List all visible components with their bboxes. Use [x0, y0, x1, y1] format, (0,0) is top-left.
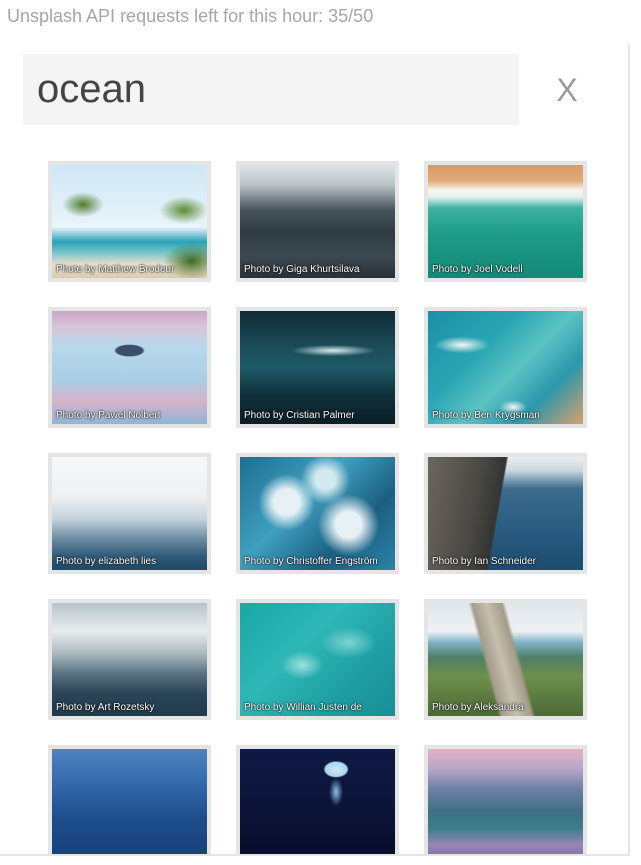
photo-credit: Photo by Ben Krygsman: [432, 410, 540, 421]
photo-tile[interactable]: [48, 745, 211, 854]
photo-credit: Photo by Christoffer Engström: [244, 556, 378, 567]
photo-credit: Photo by Joel Vodell: [432, 264, 523, 275]
photo-thumbnail: [240, 311, 395, 424]
photo-thumbnail: [240, 457, 395, 570]
search-input[interactable]: [23, 54, 519, 125]
api-requests-status: Unsplash API requests left for this hour…: [7, 6, 374, 26]
photo-tile[interactable]: Photo by elizabeth lies: [48, 453, 211, 574]
photo-thumbnail: [428, 165, 583, 278]
photo-thumbnail: [428, 749, 583, 854]
photo-tile[interactable]: Photo by Matthew Brodeur: [48, 161, 211, 282]
photo-credit: Photo by Matthew Brodeur: [56, 264, 175, 275]
photo-thumbnail: [52, 165, 207, 278]
photo-tile[interactable]: Photo by Giga Khurtsilava: [236, 161, 399, 282]
photo-thumbnail: [52, 457, 207, 570]
photo-credit: Photo by Cristian Palmer: [244, 410, 355, 421]
photo-tile[interactable]: Photo by Willian Justen de: [236, 599, 399, 720]
photo-credit: Photo by Art Rozetsky: [56, 702, 155, 713]
photo-thumbnail: [52, 603, 207, 716]
photo-tile[interactable]: Photo by Ian Schneider: [424, 453, 587, 574]
photo-thumbnail: [240, 165, 395, 278]
photo-tile[interactable]: Photo by Art Rozetsky: [48, 599, 211, 720]
photo-credit: Photo by Willian Justen de: [244, 702, 362, 713]
photo-credit: Photo by elizabeth lies: [56, 556, 157, 567]
close-icon: X: [556, 71, 578, 108]
photo-tile[interactable]: Photo by Pawel Nolbert: [48, 307, 211, 428]
close-button[interactable]: X: [545, 68, 589, 112]
photo-credit: Photo by Aleksandra: [432, 702, 524, 713]
photo-thumbnail: [240, 603, 395, 716]
photo-tile[interactable]: Photo by Aleksandra: [424, 599, 587, 720]
photo-tile[interactable]: Photo by Ben Krygsman: [424, 307, 587, 428]
photo-thumbnail: [428, 311, 583, 424]
photo-credit: Photo by Ian Schneider: [432, 556, 536, 567]
photo-credit: Photo by Pawel Nolbert: [56, 410, 161, 421]
photo-thumbnail: [52, 749, 207, 854]
photo-thumbnail: [428, 603, 583, 716]
photo-credit: Photo by Giga Khurtsilava: [244, 264, 360, 275]
photo-tile[interactable]: Photo by Cristian Palmer: [236, 307, 399, 428]
image-picker-panel: X Photo by Matthew Brodeur Photo by Giga…: [0, 44, 630, 856]
photo-tile[interactable]: Photo by Christoffer Engström: [236, 453, 399, 574]
photo-thumbnail: [52, 311, 207, 424]
photo-thumbnail: [240, 749, 395, 854]
photo-tile[interactable]: Photo by Joel Vodell: [424, 161, 587, 282]
photo-grid: Photo by Matthew Brodeur Photo by Giga K…: [48, 161, 587, 854]
photo-tile[interactable]: [236, 745, 399, 854]
photo-thumbnail: [428, 457, 583, 570]
photo-tile[interactable]: [424, 745, 587, 854]
